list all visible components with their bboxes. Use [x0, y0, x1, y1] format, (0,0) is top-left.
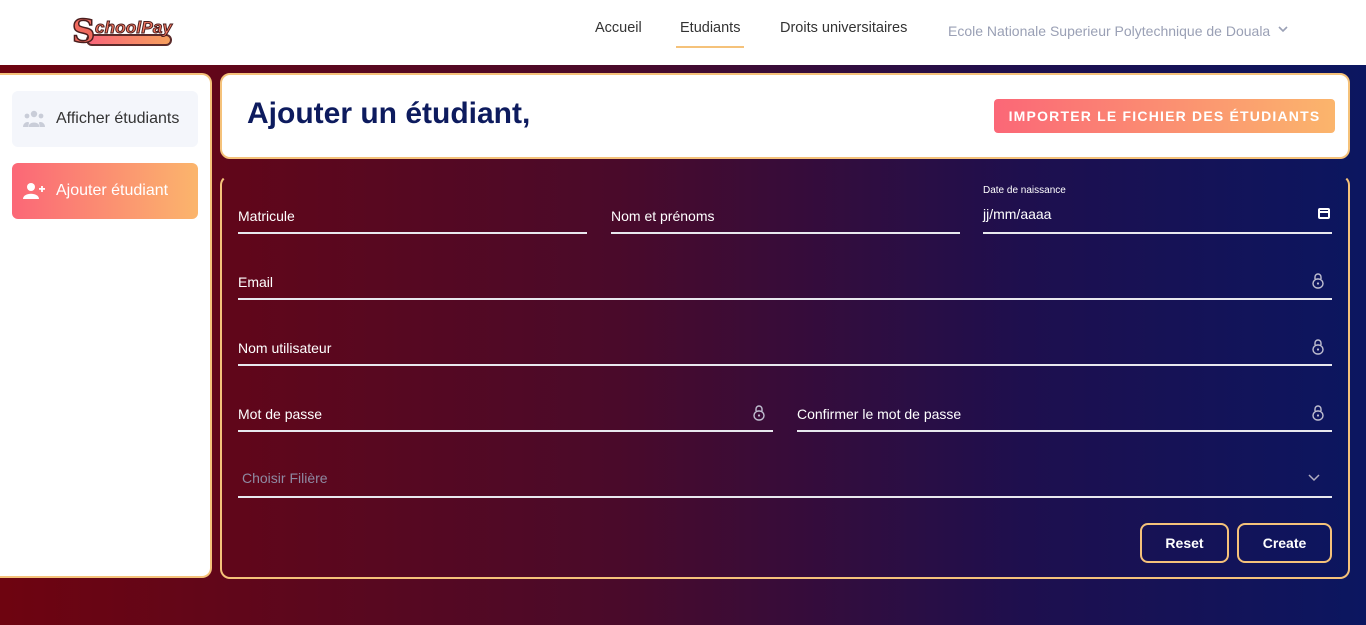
logo-text: choolPay	[94, 18, 173, 38]
confirm-password-label: Confirmer le mot de passe	[797, 406, 962, 422]
lock-icon	[1312, 272, 1326, 290]
birthdate-value: jj/mm/aaaa	[983, 206, 1052, 222]
nav-droits-universitaires[interactable]: Droits universitaires	[780, 20, 907, 36]
page-header-card: Ajouter un étudiant, IMPORTER LE FICHIER…	[220, 73, 1350, 159]
username-label: Nom utilisateur	[238, 340, 332, 356]
email-field[interactable]: Email	[238, 266, 1332, 300]
filiere-placeholder: Choisir Filière	[242, 470, 328, 486]
school-select[interactable]: Ecole Nationale Superieur Polytechnique …	[948, 23, 1288, 39]
school-select-value: Ecole Nationale Superieur Polytechnique …	[948, 23, 1271, 39]
password-field[interactable]: Mot de passe	[238, 398, 773, 432]
name-field[interactable]: Nom et prénoms	[611, 200, 960, 234]
sidebar-item-afficher-etudiants[interactable]: Afficher étudiants	[12, 91, 198, 147]
top-navbar: S choolPay Accueil Etudiants Droits univ…	[0, 0, 1366, 65]
sidebar-item-label: Afficher étudiants	[56, 110, 180, 127]
reset-button[interactable]: Reset	[1140, 523, 1229, 563]
import-students-button[interactable]: IMPORTER LE FICHIER DES ÉTUDIANTS	[994, 99, 1335, 133]
birthdate-label: Date de naissance	[983, 185, 1066, 196]
nav-etudiants[interactable]: Etudiants	[675, 20, 745, 48]
schoolpay-logo[interactable]: S choolPay	[71, 11, 174, 51]
sidebar-item-label: Ajouter étudiant	[56, 182, 169, 199]
birthdate-field[interactable]: Date de naissance jj/mm/aaaa	[983, 185, 1332, 234]
email-label: Email	[238, 274, 274, 290]
chevron-down-icon	[1308, 470, 1320, 485]
lock-icon	[753, 404, 767, 422]
calendar-icon[interactable]	[1318, 208, 1330, 219]
users-icon	[22, 107, 46, 131]
create-button[interactable]: Create	[1237, 523, 1332, 563]
lock-icon	[1312, 404, 1326, 422]
logo-s-glyph: S	[71, 11, 96, 51]
username-field[interactable]: Nom utilisateur	[238, 332, 1332, 366]
password-label: Mot de passe	[238, 406, 323, 422]
name-label: Nom et prénoms	[611, 208, 715, 224]
page-title: Ajouter un étudiant,	[247, 97, 531, 130]
chevron-down-icon	[1278, 24, 1288, 36]
confirm-password-field[interactable]: Confirmer le mot de passe	[797, 398, 1332, 432]
filiere-select[interactable]: Choisir Filière	[238, 462, 1332, 498]
lock-icon	[1312, 338, 1326, 356]
sidebar-item-ajouter-etudiant[interactable]: Ajouter étudiant	[12, 163, 198, 219]
sidebar: Afficher étudiants Ajouter étudiant	[0, 73, 212, 578]
add-student-form: Matricule Nom et prénoms Date de naissan…	[220, 175, 1350, 579]
nav-accueil[interactable]: Accueil	[595, 20, 642, 36]
user-plus-icon	[22, 179, 46, 203]
matricule-field[interactable]: Matricule	[238, 200, 587, 234]
matricule-label: Matricule	[238, 208, 295, 224]
